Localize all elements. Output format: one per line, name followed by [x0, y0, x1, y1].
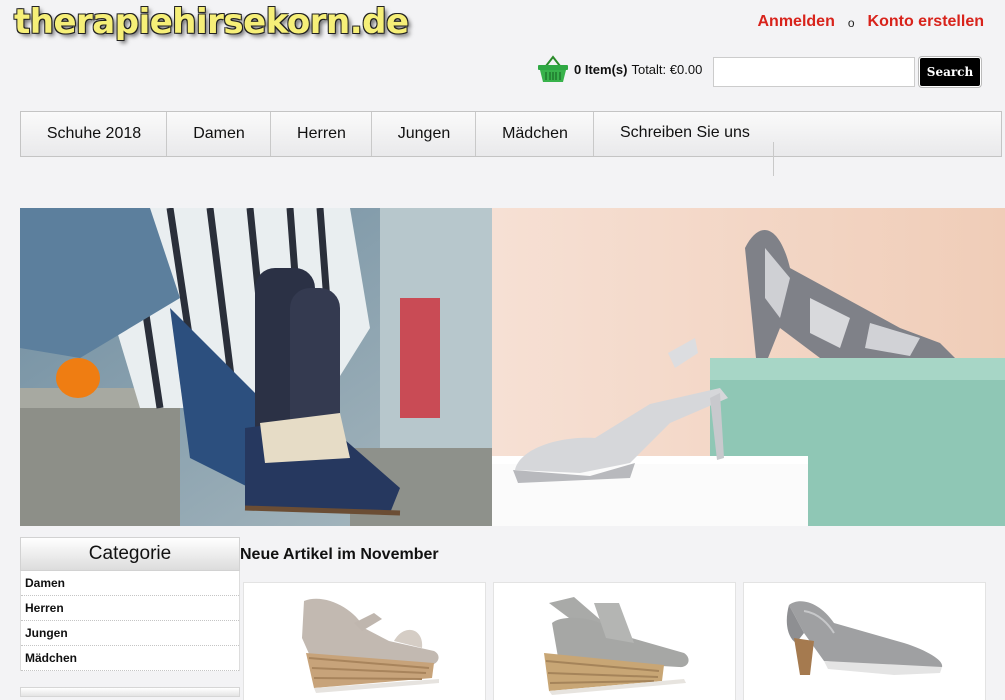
sidebar-item-jungen[interactable]: Jungen: [21, 621, 239, 646]
product-image-pump[interactable]: [744, 583, 987, 700]
search-input[interactable]: [713, 57, 915, 87]
sidebar-next-box: [20, 687, 240, 697]
search-button[interactable]: Search: [919, 57, 981, 87]
category-sidebar: Categorie Damen Herren Jungen Mädchen: [20, 537, 240, 697]
category-list: Damen Herren Jungen Mädchen: [20, 571, 240, 671]
cart-total: Totalt: €0.00: [631, 61, 703, 77]
account-separator: o: [847, 16, 855, 30]
product-card[interactable]: [243, 582, 486, 700]
sidebar-item-herren[interactable]: Herren: [21, 596, 239, 621]
nav-item-herren[interactable]: Herren: [271, 112, 372, 156]
cart-count: 0 Item(s): [574, 61, 628, 77]
sidebar-item-damen[interactable]: Damen: [21, 571, 239, 596]
nav-divider: [773, 142, 774, 176]
shopping-basket-icon[interactable]: [537, 54, 569, 84]
product-image-sandal[interactable]: [244, 583, 487, 700]
nav-item-jungen[interactable]: Jungen: [372, 112, 476, 156]
nav-divider: [593, 112, 594, 156]
register-link[interactable]: Konto erstellen: [868, 13, 984, 31]
section-title: Neue Artikel im November: [240, 546, 439, 563]
login-link[interactable]: Anmelden: [758, 13, 835, 31]
site-logo[interactable]: therapiehirsekorn.de: [14, 2, 409, 42]
main-nav: Schuhe 2018 Damen Herren Jungen Mädchen: [20, 111, 1002, 157]
cart-summary[interactable]: 0 Item(s) Totalt: €0.00: [537, 54, 702, 84]
nav-item-contact[interactable]: Schreiben Sie uns: [620, 111, 770, 155]
product-image-wedge-sandal[interactable]: [494, 583, 737, 700]
hero-banner[interactable]: [20, 208, 1005, 526]
product-card[interactable]: [493, 582, 736, 700]
nav-item-maedchen[interactable]: Mädchen: [476, 112, 594, 156]
nav-item-damen[interactable]: Damen: [167, 112, 271, 156]
nav-item-schuhe-2018[interactable]: Schuhe 2018: [21, 112, 167, 156]
sidebar-title: Categorie: [20, 537, 240, 571]
product-card[interactable]: [743, 582, 986, 700]
account-links: Anmelden o Konto erstellen: [758, 13, 985, 31]
sidebar-item-maedchen[interactable]: Mädchen: [21, 646, 239, 671]
hero-banner-image: [20, 208, 1005, 526]
